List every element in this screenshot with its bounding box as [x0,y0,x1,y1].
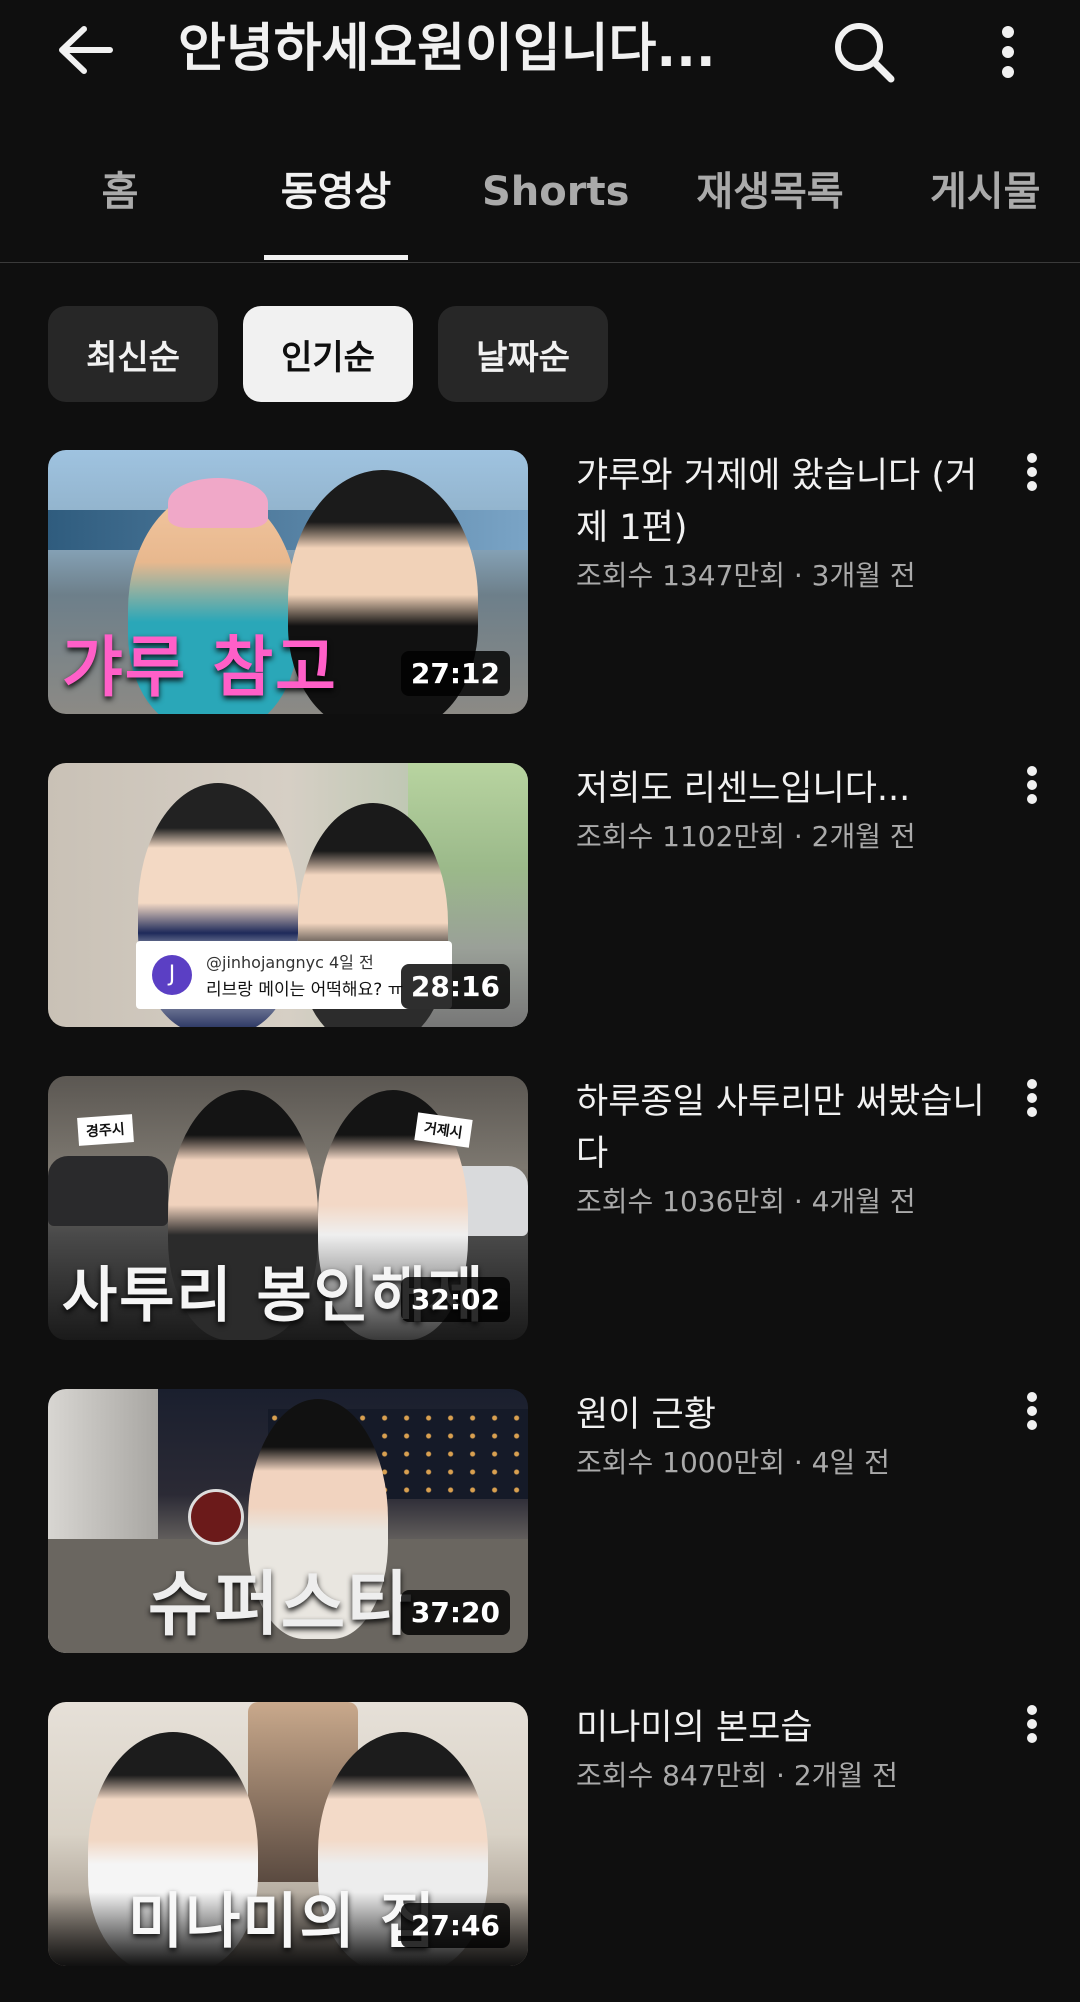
video-stats: 조회수 1102만회 · 2개월 전 [576,820,916,853]
video-stats: 조회수 847만회 · 2개월 전 [576,1759,898,1792]
avatar: J [152,955,192,995]
video-title[interactable]: 원이 근황 [576,1389,996,1441]
video-meta: 원이 근황 조회수 1000만회 · 4일 전 [576,1389,996,1485]
video-menu-button[interactable] [1008,452,1056,524]
more-vert-icon [1027,766,1037,804]
video-item[interactable]: 갸루 참고 27:12 갸루와 거제에 왔습니다 (거제 1편) 조회수 134… [0,450,1080,716]
back-button[interactable] [48,18,120,82]
tab-videos[interactable]: 동영상 [264,130,408,260]
pink-hat [168,478,268,528]
top-app-bar: 안녕하세요원이입니다... [0,0,1080,100]
more-vert-icon [1027,1079,1037,1117]
active-tab-indicator [264,255,408,260]
thumbnail-caption: 미나미의 집 [128,1887,437,1957]
video-thumbnail[interactable]: J @jinhojangnyc 4일 전 리브랑 메이는 어떡해요? ㅠ 28:… [48,763,528,1027]
video-title[interactable]: 미나미의 본모습 [576,1702,996,1754]
video-title[interactable]: 저희도 리센느입니다... [576,763,996,815]
video-menu-button[interactable] [1008,765,1056,837]
video-menu-button[interactable] [1008,1078,1056,1150]
video-duration: 27:46 [400,1903,510,1948]
more-vert-icon [1027,1705,1037,1743]
video-item[interactable]: 미나미의 집 27:46 미나미의 본모습 조회수 847만회 · 2개월 전 [0,1702,1080,1968]
video-menu-button[interactable] [1008,1704,1056,1776]
video-meta: 하루종일 사투리만 써봤습니다 조회수 1036만회 · 4개월 전 [576,1076,996,1224]
chip-latest[interactable]: 최신순 [48,306,218,402]
channel-title: 안녕하세요원이입니다... [178,19,716,79]
video-thumbnail[interactable]: 갸루 참고 27:12 [48,450,528,714]
video-title[interactable]: 하루종일 사투리만 써봤습니다 [576,1076,996,1180]
arrow-left-icon [59,26,113,74]
search-icon [835,23,895,83]
chip-oldest[interactable]: 날짜순 [438,306,608,402]
search-button[interactable] [826,14,902,90]
video-meta: 미나미의 본모습 조회수 847만회 · 2개월 전 [576,1702,996,1798]
more-vert-icon [1002,26,1014,78]
chip-popular[interactable]: 인기순 [243,306,413,402]
car-background [48,1156,168,1226]
more-vert-icon [1027,453,1037,491]
wine-glass [188,1489,244,1545]
tab-playlists[interactable]: 재생목록 [690,130,850,260]
video-item[interactable]: 슈퍼스타 37:20 원이 근황 조회수 1000만회 · 4일 전 [0,1389,1080,1655]
tab-posts[interactable]: 게시물 [930,130,1080,260]
video-duration: 27:12 [400,651,510,696]
video-thumbnail[interactable]: 경주시 거제시 사투리 봉인해제 32:02 [48,1076,528,1340]
tab-shorts[interactable]: Shorts [482,130,629,260]
video-duration: 37:20 [400,1590,510,1635]
video-thumbnail[interactable]: 슈퍼스타 37:20 [48,1389,528,1653]
video-meta: 갸루와 거제에 왔습니다 (거제 1편) 조회수 1347만회 · 3개월 전 [576,450,996,598]
video-stats: 조회수 1000만회 · 4일 전 [576,1446,890,1479]
thumbnail-caption: 갸루 참고 [62,628,338,706]
video-duration: 28:16 [400,964,510,1009]
video-stats: 조회수 1347만회 · 3개월 전 [576,559,916,592]
video-duration: 32:02 [400,1277,510,1322]
city-sign: 경주시 [77,1114,134,1146]
more-options-button[interactable] [980,14,1036,90]
comment-text: 리브랑 메이는 어떡해요? ㅠ [206,980,404,1000]
video-stats: 조회수 1036만회 · 4개월 전 [576,1185,916,1218]
video-meta: 저희도 리센느입니다... 조회수 1102만회 · 2개월 전 [576,763,996,859]
video-item[interactable]: 경주시 거제시 사투리 봉인해제 32:02 하루종일 사투리만 써봤습니다 조… [0,1076,1080,1342]
comment-username: @jinhojangnyc 4일 전 [206,953,374,972]
more-vert-icon [1027,1392,1037,1430]
video-thumbnail[interactable]: 미나미의 집 27:46 [48,1702,528,1966]
video-title[interactable]: 갸루와 거제에 왔습니다 (거제 1편) [576,450,996,554]
tab-home[interactable]: 홈 [60,130,180,260]
channel-tabs: 홈 동영상 Shorts 재생목록 게시물 [0,130,1080,263]
video-item[interactable]: J @jinhojangnyc 4일 전 리브랑 메이는 어떡해요? ㅠ 28:… [0,763,1080,1029]
video-menu-button[interactable] [1008,1391,1056,1463]
thumbnail-caption: 슈퍼스타 [148,1562,414,1645]
